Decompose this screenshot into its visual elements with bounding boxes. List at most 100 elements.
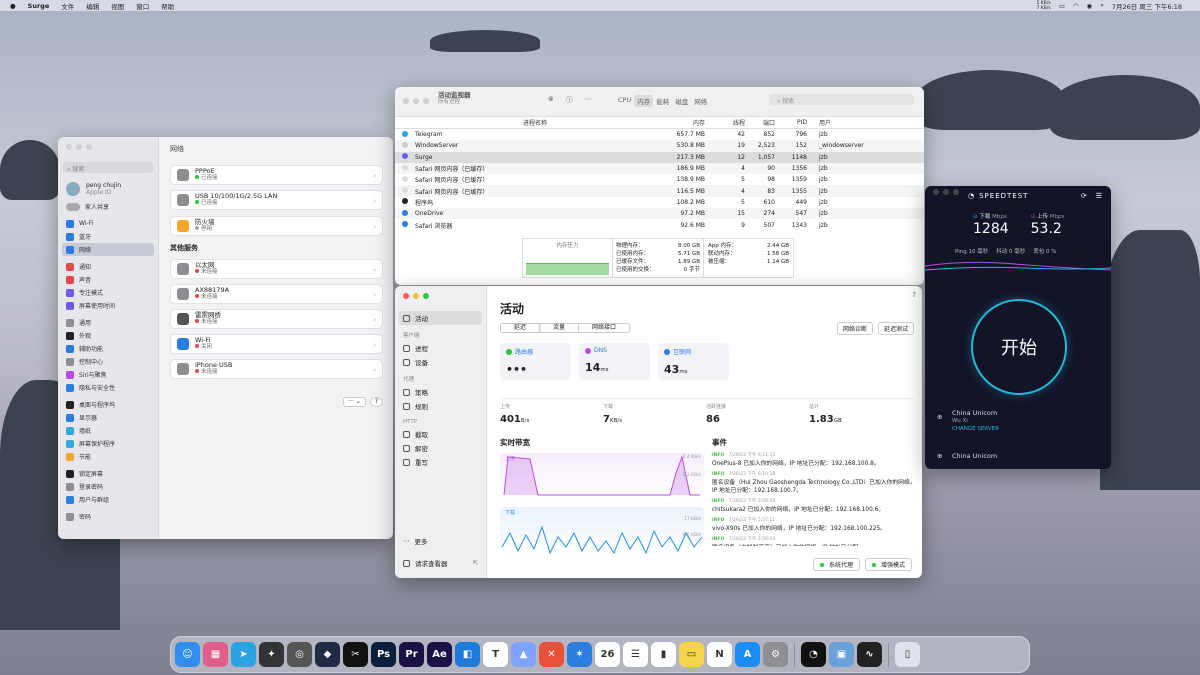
minimize-button[interactable]: [943, 189, 949, 195]
sidebar-item[interactable]: Siri与聚焦: [58, 368, 158, 381]
dock-app-affinity[interactable]: ▲: [511, 642, 536, 667]
latency-tile[interactable]: DNS 14ms: [579, 343, 650, 380]
table-row[interactable]: Safari 浏览器 92.6 MB 9 507 1343 jzb: [395, 219, 924, 230]
zoom-button[interactable]: [423, 98, 429, 104]
sidebar-item[interactable]: 登录密码: [58, 480, 158, 493]
sidebar-item[interactable]: 专注模式: [58, 286, 158, 299]
table-row[interactable]: Telegram 657.7 MB 42 852 796 jzb: [395, 129, 924, 140]
table-row[interactable]: Safari 网页内容（已缓存） 138.9 MB 5 98 1359 jzb: [395, 174, 924, 185]
stop-process-icon[interactable]: ⊗: [548, 95, 554, 105]
wifi-icon[interactable]: ◠: [1073, 2, 1079, 10]
dock-app-motion[interactable]: ◎: [287, 642, 312, 667]
sidebar-item[interactable]: 辅助功能: [58, 342, 158, 355]
more-menu-button[interactable]: ··· ⌄: [343, 397, 366, 407]
tab-energy[interactable]: 能耗: [653, 95, 672, 107]
tab-cpu[interactable]: CPU: [615, 95, 634, 107]
dock-app-speedtest[interactable]: ◔: [801, 642, 826, 667]
menu-app-name[interactable]: Surge: [28, 2, 50, 10]
sidebar-item[interactable]: 活动: [399, 311, 482, 325]
table-row[interactable]: 程序坞 108.2 MB 5 610 449 jzb: [395, 197, 924, 208]
sidebar-item[interactable]: 锁定屏幕: [58, 467, 158, 480]
control-center-icon[interactable]: ◉: [1087, 2, 1093, 10]
dock-app-final-cut[interactable]: ✦: [259, 642, 284, 667]
info-icon[interactable]: ⓘ: [566, 95, 573, 105]
dock-app-after-effects[interactable]: Ae: [427, 642, 452, 667]
sidebar-item[interactable]: 用户与群组: [58, 493, 158, 506]
sidebar-item[interactable]: 声音: [58, 273, 158, 286]
sidebar-item[interactable]: 截取: [395, 427, 486, 441]
settings-icon[interactable]: ☰: [1096, 192, 1103, 200]
dock-app-activity-monitor[interactable]: ∿: [857, 642, 882, 667]
dock-app-finder[interactable]: ☺: [175, 642, 200, 667]
table-row[interactable]: WindowServer 530.8 MB 19 2,523 152 _windowser…: [395, 140, 924, 152]
sidebar-item[interactable]: 密码: [58, 510, 158, 523]
menu-window[interactable]: 窗口: [136, 1, 149, 11]
dock-app-safari[interactable]: ✶: [567, 642, 592, 667]
dock-app-photoshop[interactable]: Ps: [371, 642, 396, 667]
zoom-button[interactable]: [423, 293, 429, 299]
dock-app-app-store[interactable]: A: [735, 642, 760, 667]
tab-disk[interactable]: 磁盘: [672, 95, 691, 107]
network-speed[interactable]: 5 KB/s 7 KB/s: [1037, 1, 1051, 11]
close-button[interactable]: [403, 98, 409, 104]
history-icon[interactable]: ⟳: [1081, 192, 1088, 200]
help-icon[interactable]: ?: [912, 291, 916, 299]
minimize-button[interactable]: [76, 144, 82, 150]
firewall-card[interactable]: 防火墙 停用 ›: [170, 216, 383, 236]
dock-app-stats[interactable]: ▮: [651, 642, 676, 667]
dock-app-system-settings[interactable]: ⚙: [763, 642, 788, 667]
table-row[interactable]: Safari 网页内容（已缓存） 186.9 MB 4 90 1356 jzb: [395, 162, 924, 175]
sidebar-item[interactable]: 规则: [395, 399, 486, 413]
latency-test-button[interactable]: 延迟测试: [877, 322, 914, 335]
sidebar-item[interactable]: 控制中心: [58, 355, 158, 368]
search-input[interactable]: ⌕ 搜索: [769, 94, 914, 105]
sidebar-item[interactable]: 进程: [395, 341, 486, 355]
seg-latency[interactable]: 延迟: [501, 324, 541, 332]
dock-app-telegram[interactable]: ➤: [231, 642, 256, 667]
col-memory[interactable]: 内存: [655, 118, 705, 127]
dock-app-calendar[interactable]: 26: [595, 642, 620, 667]
network-service-card[interactable]: 雷雳网桥 未连接 ›: [170, 309, 383, 329]
latency-tile[interactable]: 互联网 43ms: [658, 343, 729, 380]
menu-help[interactable]: 帮助: [161, 1, 174, 11]
network-service-card[interactable]: USB 10/100/1G/2.5G LAN 已连接 ›: [170, 190, 383, 210]
network-service-card[interactable]: AX88179A 未连接 ›: [170, 284, 383, 304]
latency-tile[interactable]: 路由器 •••: [500, 343, 571, 380]
sidebar-item[interactable]: 设备: [395, 355, 486, 369]
sidebar-item[interactable]: 桌面与程序坞: [58, 398, 158, 411]
network-diagnostics-button[interactable]: 网络诊断: [836, 322, 873, 335]
dock-app-premiere[interactable]: Pr: [399, 642, 424, 667]
sidebar-item[interactable]: 屏幕使用时间: [58, 299, 158, 312]
network-service-card[interactable]: PPPoE 已连接 ›: [170, 165, 383, 185]
col-process-name[interactable]: 进程名称: [415, 118, 655, 127]
settings-search-input[interactable]: ⌕ 搜索: [63, 162, 153, 173]
event-item[interactable]: INFO · 7/26/23 下午 6:10:18 匿名设备（Hui Zhou G…: [712, 471, 920, 495]
dock-app-typora[interactable]: T: [483, 642, 508, 667]
event-item[interactable]: INFO · 7/26/23 下午 6:11:13 OnePlus-8 已加入你的…: [712, 452, 920, 468]
dock-app-news[interactable]: N: [707, 642, 732, 667]
sidebar-item[interactable]: 网络: [62, 243, 154, 256]
col-threads[interactable]: 线程: [705, 118, 745, 127]
menu-edit[interactable]: 编辑: [86, 1, 99, 11]
tab-memory[interactable]: 内存: [634, 95, 654, 107]
col-ports[interactable]: 端口: [745, 118, 775, 127]
dock-app-launchpad[interactable]: ▦: [203, 642, 228, 667]
sidebar-item[interactable]: 显示器: [58, 411, 158, 424]
col-user[interactable]: 用户: [807, 118, 867, 127]
sidebar-item-family[interactable]: 家人共享: [58, 200, 158, 213]
network-service-card[interactable]: iPhone USB 未连接 ›: [170, 359, 383, 379]
event-item[interactable]: INFO · 7/26/23 下午 5:59:58 chitsukara2 已加入…: [712, 498, 920, 514]
dock-app-davinci[interactable]: ◆: [315, 642, 340, 667]
sidebar-item[interactable]: 墙纸: [58, 424, 158, 437]
start-test-button[interactable]: 开始: [971, 299, 1067, 395]
zoom-button[interactable]: [86, 144, 92, 150]
sidebar-item[interactable]: 外观: [58, 329, 158, 342]
sidebar-item[interactable]: 节能: [58, 450, 158, 463]
dock-app-reminders[interactable]: ☰: [623, 642, 648, 667]
network-service-card[interactable]: Wi-Fi 关闭 ›: [170, 334, 383, 354]
spotlight-icon[interactable]: ⌕: [1100, 1, 1104, 10]
sidebar-item[interactable]: 策略: [395, 385, 486, 399]
sidebar-item[interactable]: 隐私与安全性: [58, 381, 158, 394]
system-proxy-toggle[interactable]: 系统代理: [812, 558, 860, 571]
menu-file[interactable]: 文件: [61, 1, 74, 11]
